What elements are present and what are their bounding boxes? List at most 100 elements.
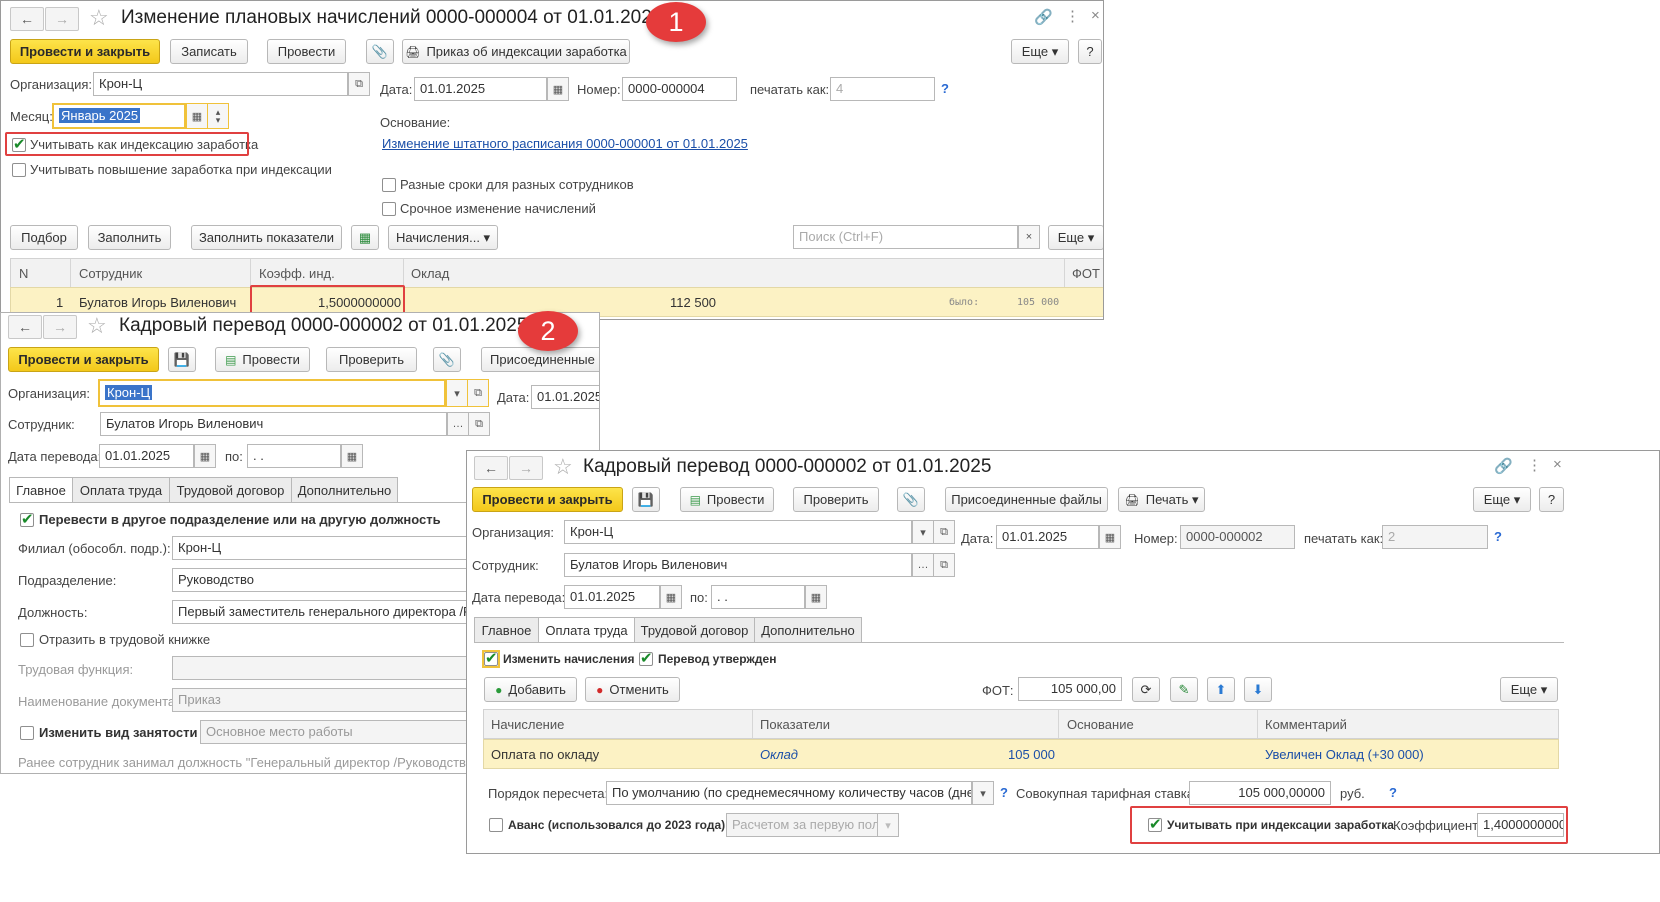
attached-files-button[interactable]: Присоединенные файлы <box>945 487 1108 512</box>
more-button[interactable]: Еще ▾ <box>1048 225 1103 250</box>
help-icon[interactable]: ? <box>941 81 949 96</box>
calendar-icon[interactable]: ▦ <box>341 444 363 468</box>
table-add-icon[interactable]: ▦ <box>351 225 379 250</box>
number-field[interactable]: 0000-000002 <box>1180 525 1295 549</box>
paperclip-icon[interactable]: 📎 <box>433 347 461 372</box>
check-button[interactable]: Проверить <box>326 347 417 372</box>
diff-terms-checkbox[interactable] <box>382 178 396 192</box>
tab-main[interactable]: Главное <box>474 617 539 643</box>
post-and-close-button[interactable]: Провести и закрыть <box>10 39 160 64</box>
more-button[interactable]: Еще ▾ <box>1500 677 1558 702</box>
tab-additional[interactable]: Дополнительно <box>291 477 398 503</box>
open-icon[interactable]: ⧉ <box>468 412 490 436</box>
date-field[interactable]: 01.01.2025 <box>414 77 547 101</box>
open-icon[interactable]: ⧉ <box>348 72 370 96</box>
add-button[interactable]: ● Добавить <box>484 677 577 702</box>
post-button[interactable]: Провести <box>267 39 346 64</box>
search-input[interactable]: Поиск (Ctrl+F) <box>793 225 1018 249</box>
favorite-star-icon[interactable]: ☆ <box>89 7 109 29</box>
post-button[interactable]: ▤ Провести <box>215 347 310 372</box>
arrow-down-icon[interactable]: ⬇ <box>1244 677 1272 702</box>
table-row[interactable]: Оплата по окладу Оклад 105 000 Увеличен … <box>483 739 1559 769</box>
tab-main[interactable]: Главное <box>9 477 73 503</box>
transfer-checkbox[interactable] <box>20 510 34 528</box>
calendar-icon[interactable]: ▦ <box>1099 525 1121 549</box>
favorite-star-icon[interactable]: ☆ <box>553 456 573 478</box>
open-icon[interactable]: ⧉ <box>467 379 489 407</box>
date-field[interactable]: 01.01.2025 <box>996 525 1099 549</box>
link-icon[interactable]: 🔗 <box>1494 457 1513 475</box>
fot-field[interactable]: 105 000,00 <box>1018 677 1122 701</box>
forward-button[interactable]: → <box>509 456 543 480</box>
open-icon[interactable]: ⧉ <box>933 553 955 577</box>
tab-additional[interactable]: Дополнительно <box>754 617 862 643</box>
approved-checkbox[interactable] <box>639 649 653 667</box>
tab-contract[interactable]: Трудовой договор <box>634 617 755 643</box>
date-field[interactable]: 01.01.2025 <box>531 385 599 409</box>
pick-button[interactable]: Подбор <box>10 225 78 250</box>
transfer-date-field[interactable]: 01.01.2025 <box>564 585 660 609</box>
employee-field[interactable]: Булатов Игорь Виленович <box>100 412 447 436</box>
link-icon[interactable]: 🔗 <box>1034 8 1053 26</box>
edit-pencil-icon[interactable]: ✎ <box>1170 677 1198 702</box>
basis-link[interactable]: Изменение штатного расписания 0000-00000… <box>382 136 748 151</box>
change-type-checkbox[interactable] <box>20 726 34 740</box>
more-button[interactable]: Еще ▾ <box>1011 39 1069 64</box>
fill-button[interactable]: Заполнить <box>88 225 171 250</box>
total-rate-field[interactable]: 105 000,00000 <box>1189 781 1331 805</box>
favorite-star-icon[interactable]: ☆ <box>87 315 107 337</box>
dropdown-icon[interactable]: ▾ <box>446 379 468 407</box>
employee-field[interactable]: Булатов Игорь Виленович <box>564 553 912 577</box>
dropdown-icon[interactable]: ▾ <box>972 781 994 805</box>
arrow-up-icon[interactable]: ⬆ <box>1207 677 1235 702</box>
print-button[interactable]: 🖨 Печать ▾ <box>1118 487 1205 512</box>
month-field[interactable]: Январь 2025 <box>52 103 186 129</box>
tab-salary[interactable]: Оплата труда <box>538 617 635 643</box>
accruals-button[interactable]: Начисления... ▾ <box>388 225 498 250</box>
help-icon[interactable]: ? <box>1000 785 1008 800</box>
workbook-checkbox[interactable] <box>20 633 34 647</box>
paperclip-icon[interactable]: 📎 <box>897 487 925 512</box>
cancel-button[interactable]: ● Отменить <box>585 677 680 702</box>
attached-files-button[interactable]: Присоединенные ф <box>481 347 599 372</box>
menu-dots-icon[interactable]: ⋮ <box>1065 7 1080 25</box>
back-button[interactable]: ← <box>474 456 508 480</box>
clear-icon[interactable]: × <box>1018 225 1040 249</box>
advance-checkbox[interactable] <box>489 818 503 832</box>
print-order-button[interactable]: 🖨 Приказ об индексации заработка <box>402 39 630 64</box>
calendar-icon[interactable]: ▦ <box>805 585 827 609</box>
raise-checkbox[interactable] <box>12 163 26 177</box>
help-icon[interactable]: ? <box>1389 785 1397 800</box>
org-field[interactable]: Крон-Ц <box>564 520 912 544</box>
post-button[interactable]: ▤ Провести <box>680 487 774 512</box>
tab-contract[interactable]: Трудовой договор <box>169 477 292 503</box>
refresh-icon[interactable]: ⟳ <box>1132 677 1160 702</box>
save-button[interactable]: Записать <box>170 39 248 64</box>
print-as-field[interactable]: 2 <box>1382 525 1488 549</box>
transfer-date-field[interactable]: 01.01.2025 <box>99 444 194 468</box>
calendar-icon[interactable]: ▦ <box>186 103 208 129</box>
more-button[interactable]: Еще ▾ <box>1473 487 1531 512</box>
post-and-close-button[interactable]: Провести и закрыть <box>472 487 623 512</box>
menu-dots-icon[interactable]: ⋮ <box>1527 456 1542 474</box>
save-disk-icon[interactable]: 💾 <box>168 347 196 372</box>
calendar-icon[interactable]: ▦ <box>547 77 569 101</box>
number-field[interactable]: 0000-000004 <box>622 77 737 101</box>
help-button[interactable]: ? <box>1078 39 1102 64</box>
help-button[interactable]: ? <box>1539 487 1564 512</box>
choose-icon[interactable]: … <box>912 553 934 577</box>
check-button[interactable]: Проверить <box>793 487 879 512</box>
org-field[interactable]: Крон-Ц <box>98 379 446 407</box>
post-and-close-button[interactable]: Провести и закрыть <box>8 347 159 372</box>
calendar-icon[interactable]: ▦ <box>194 444 216 468</box>
choose-icon[interactable]: … <box>447 412 469 436</box>
save-disk-icon[interactable]: 💾 <box>632 487 660 512</box>
help-icon[interactable]: ? <box>1494 529 1502 544</box>
recalc-field[interactable]: По умолчанию (по среднемесячному количес… <box>606 781 972 805</box>
dropdown-icon[interactable]: ▾ <box>877 813 899 837</box>
change-accruals-checkbox[interactable] <box>484 649 498 667</box>
org-field[interactable]: Крон-Ц <box>93 72 348 96</box>
advance-field[interactable]: Расчетом за первую полс <box>726 813 879 837</box>
back-button[interactable]: ← <box>8 315 42 339</box>
open-icon[interactable]: ⧉ <box>933 520 955 544</box>
